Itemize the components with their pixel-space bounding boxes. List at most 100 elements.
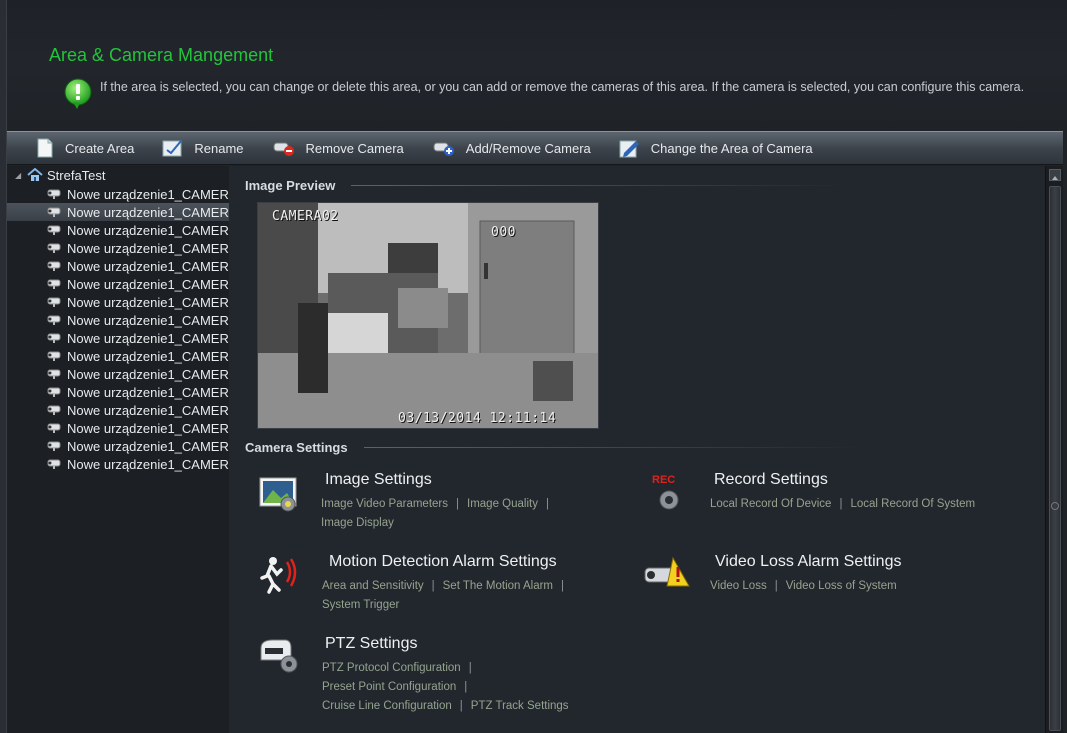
camera-tree-item[interactable]: Nowe urządzenie1_CAMERA08 xyxy=(7,311,229,329)
camera-tree-item[interactable]: Nowe urządzenie1_CAMERA10 xyxy=(7,347,229,365)
cruise-line-link[interactable]: Cruise Line Configuration xyxy=(322,700,452,712)
osd-code: 000 xyxy=(491,225,516,240)
record-settings-links: Local Record Of Device | Local Record Of S… xyxy=(710,495,1050,514)
image-settings-title[interactable]: Image Settings xyxy=(325,471,432,489)
record-settings-title[interactable]: Record Settings xyxy=(714,471,828,489)
camera-icon xyxy=(47,369,61,379)
camera-tree-label: Nowe urządzenie1_CAMERA03 xyxy=(67,222,229,238)
camera-tree-item[interactable]: Nowe urządzenie1_CAMERA16 xyxy=(7,455,229,473)
remove-camera-icon xyxy=(273,142,294,156)
ptz-settings-title[interactable]: PTZ Settings xyxy=(325,635,417,653)
rename-button[interactable]: Rename xyxy=(162,131,244,165)
link-separator: | xyxy=(464,681,468,693)
link-separator: | xyxy=(459,700,463,712)
camera-tree-item[interactable]: Nowe urządzenie1_CAMERA01 xyxy=(7,185,229,203)
camera-tree-label: Nowe urządzenie1_CAMERA01 xyxy=(67,186,229,202)
preset-point-link[interactable]: Preset Point Configuration xyxy=(322,681,456,693)
tree-root-area[interactable]: ◢ StrefaTest xyxy=(15,166,106,184)
camera-tree-item[interactable]: Nowe urządzenie1_CAMERA03 xyxy=(7,221,229,239)
arrow-up-icon xyxy=(1052,176,1058,180)
camera-icon xyxy=(47,441,61,451)
camera-frame-image xyxy=(258,203,598,428)
camera-icon xyxy=(47,279,61,289)
video-loss-icon xyxy=(644,556,690,587)
system-trigger-link[interactable]: System Trigger xyxy=(322,599,399,611)
change-area-button[interactable]: Change the Area of Camera xyxy=(619,131,813,165)
scroll-thumb[interactable] xyxy=(1049,186,1061,731)
ptz-track-link[interactable]: PTZ Track Settings xyxy=(471,700,569,712)
camera-icon xyxy=(47,225,61,235)
info-icon xyxy=(64,78,92,109)
camera-tree-item[interactable]: Nowe urządzenie1_CAMERA07 xyxy=(7,293,229,311)
camera-tree-item[interactable]: Nowe urządzenie1_CAMERA09 xyxy=(7,329,229,347)
camera-tree-item[interactable]: Nowe urządzenie1_CAMERA14 xyxy=(7,419,229,437)
camera-tree-label: Nowe urządzenie1_CAMERA02 xyxy=(67,204,229,220)
motion-alarm-title[interactable]: Motion Detection Alarm Settings xyxy=(329,553,557,571)
camera-preview: CAMERA02 000 03/13/2014 12:11:14 xyxy=(257,202,599,429)
change-area-label: Change the Area of Camera xyxy=(650,140,813,156)
image-video-parameters-link[interactable]: Image Video Parameters xyxy=(321,498,448,510)
camera-tree-label: Nowe urządzenie1_CAMERA13 xyxy=(67,402,229,418)
image-settings-links: Image Video Parameters | Image Quality | Im… xyxy=(321,495,611,533)
rename-icon xyxy=(162,140,183,157)
link-separator: | xyxy=(839,498,843,510)
window-left-edge xyxy=(0,0,7,733)
heading-divider xyxy=(351,185,851,186)
add-camera-icon xyxy=(433,142,454,156)
change-area-icon xyxy=(619,140,639,158)
camera-tree-label: Nowe urządzenie1_CAMERA04 xyxy=(67,240,229,256)
video-loss-link[interactable]: Video Loss xyxy=(710,580,767,592)
area-sensitivity-link[interactable]: Area and Sensitivity xyxy=(322,580,424,592)
camera-icon xyxy=(47,405,61,415)
link-separator: | xyxy=(456,498,459,510)
camera-tree-label: Nowe urządzenie1_CAMERA15 xyxy=(67,438,229,454)
toolbar: Create Area Rename Remove Camera Add/Rem… xyxy=(7,131,1063,165)
remove-camera-label: Remove Camera xyxy=(305,140,404,156)
info-text: If the area is selected, you can change … xyxy=(100,80,1025,94)
link-separator: | xyxy=(561,580,565,592)
vertical-scrollbar[interactable] xyxy=(1045,166,1063,733)
camera-list: Nowe urządzenie1_CAMERA01 Nowe urządzenie… xyxy=(7,185,229,473)
remove-camera-button[interactable]: Remove Camera xyxy=(272,131,404,165)
create-area-label: Create Area xyxy=(65,140,135,156)
camera-tree-item[interactable]: Nowe urządzenie1_CAMERA06 xyxy=(7,275,229,293)
video-loss-links: Video Loss | Video Loss of System xyxy=(710,577,1010,596)
camera-tree-label: Nowe urządzenie1_CAMERA08 xyxy=(67,312,229,328)
ptz-protocol-link[interactable]: PTZ Protocol Configuration xyxy=(322,662,461,674)
home-icon xyxy=(27,168,43,181)
video-loss-system-link[interactable]: Video Loss of System xyxy=(786,580,897,592)
camera-tree-label: Nowe urządzenie1_CAMERA09 xyxy=(67,330,229,346)
local-record-device-link[interactable]: Local Record Of Device xyxy=(710,498,831,510)
camera-tree-label: Nowe urządzenie1_CAMERA10 xyxy=(67,348,229,364)
camera-icon xyxy=(47,315,61,325)
camera-tree-item[interactable]: Nowe urządzenie1_CAMERA13 xyxy=(7,401,229,419)
camera-tree-item[interactable]: Nowe urządzenie1_CAMERA04 xyxy=(7,239,229,257)
add-remove-camera-label: Add/Remove Camera xyxy=(465,140,591,156)
area-tree: ◢ StrefaTest Nowe urządzenie1_CAMERA01No… xyxy=(7,166,229,733)
link-separator: | xyxy=(468,662,472,674)
camera-tree-label: Nowe urządzenie1_CAMERA07 xyxy=(67,294,229,310)
create-area-button[interactable]: Create Area xyxy=(35,131,134,165)
camera-tree-item[interactable]: Nowe urządzenie1_CAMERA02 xyxy=(7,203,229,221)
set-motion-alarm-link[interactable]: Set The Motion Alarm xyxy=(443,580,553,592)
camera-icon xyxy=(47,423,61,433)
image-quality-link[interactable]: Image Quality xyxy=(467,498,538,510)
motion-alarm-links: Area and Sensitivity | Set The Motion Alar… xyxy=(322,577,622,615)
camera-icon xyxy=(47,243,61,253)
add-remove-camera-button[interactable]: Add/Remove Camera xyxy=(432,131,591,165)
collapse-arrow-icon[interactable]: ◢ xyxy=(15,171,23,180)
camera-tree-item[interactable]: Nowe urządzenie1_CAMERA11 xyxy=(7,365,229,383)
local-record-system-link[interactable]: Local Record Of System xyxy=(850,498,975,510)
camera-tree-label: Nowe urządzenie1_CAMERA06 xyxy=(67,276,229,292)
camera-tree-item[interactable]: Nowe urządzenie1_CAMERA12 xyxy=(7,383,229,401)
image-display-link[interactable]: Image Display xyxy=(321,517,394,529)
scroll-up-button[interactable] xyxy=(1049,169,1061,181)
video-loss-title[interactable]: Video Loss Alarm Settings xyxy=(715,553,901,571)
camera-tree-item[interactable]: Nowe urządzenie1_CAMERA15 xyxy=(7,437,229,455)
camera-icon xyxy=(47,387,61,397)
heading-divider xyxy=(364,447,864,448)
scroll-grip-icon xyxy=(1051,502,1059,510)
camera-icon xyxy=(47,189,61,199)
camera-tree-item[interactable]: Nowe urządzenie1_CAMERA05 xyxy=(7,257,229,275)
camera-icon xyxy=(47,351,61,361)
